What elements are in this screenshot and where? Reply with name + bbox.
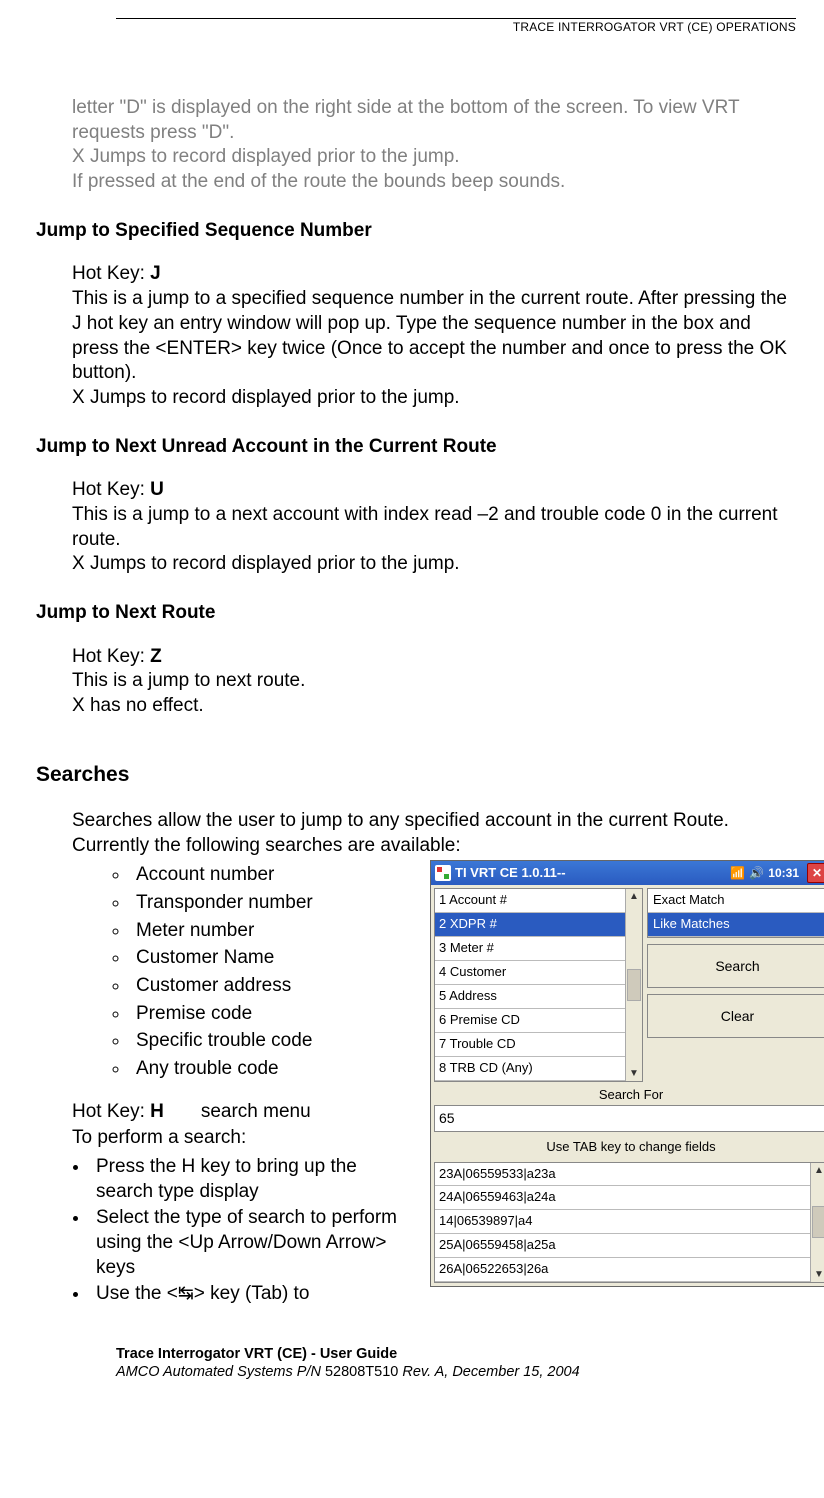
list-item[interactable]: 2 XDPR # (435, 913, 625, 937)
footer-subtitle: AMCO Automated Systems P/N 52808T510 Rev… (116, 1363, 796, 1381)
system-tray: 📶 🔊 10:31 (730, 866, 799, 882)
scroll-thumb[interactable] (627, 969, 641, 1001)
scroll-up-icon[interactable]: ▲ (814, 1164, 824, 1177)
results-list[interactable]: 23A|06559533|a23a 24A|06559463|a24a 14|0… (435, 1163, 810, 1282)
list-item: Press the H key to bring up the search t… (90, 1155, 412, 1204)
result-row[interactable]: 24A|06559463|a24a (435, 1186, 810, 1210)
search-button[interactable]: Search (647, 944, 824, 988)
searches-heading: Searches (36, 761, 796, 788)
app-screenshot: TI VRT CE 1.0.11-- 📶 🔊 10:31 ✕ 1 Accou (430, 860, 824, 1287)
section-body: This is a jump to next route. (72, 669, 796, 694)
section-body: This is a jump to a next account with in… (72, 503, 796, 552)
hotkey-line: Hot Key: Z (72, 645, 796, 670)
field-hint: Use TAB key to change fields (431, 1135, 824, 1162)
search-for-label: Search For (431, 1085, 824, 1106)
searches-intro: Searches allow the user to jump to any s… (72, 809, 796, 858)
page-footer: Trace Interrogator VRT (CE) - User Guide… (116, 1345, 796, 1381)
result-row[interactable]: 26A|06522653|26a (435, 1258, 810, 1282)
window-title: TI VRT CE 1.0.11-- (455, 865, 566, 882)
match-option[interactable]: Exact Match (648, 889, 824, 913)
match-mode-list[interactable]: Exact Match Like Matches (647, 888, 824, 938)
hotkey-search-line: Hot Key: H search menu (72, 1100, 412, 1125)
list-item[interactable]: 7 Trouble CD (435, 1033, 625, 1057)
list-item[interactable]: 8 TRB CD (Any) (435, 1057, 625, 1081)
list-item[interactable]: 4 Customer (435, 961, 625, 985)
perform-search-label: To perform a search: (72, 1126, 412, 1151)
intro-line: X Jumps to record displayed prior to the… (72, 145, 796, 170)
search-steps-list: Press the H key to bring up the search t… (72, 1155, 412, 1307)
section-body: This is a jump to a specified sequence n… (72, 287, 796, 386)
list-item: Use the <↹> key (Tab) to (90, 1282, 412, 1307)
list-item: Specific trouble code (130, 1028, 412, 1054)
section-body: X Jumps to record displayed prior to the… (72, 552, 796, 577)
list-item: Transponder number (130, 890, 412, 916)
footer-title: Trace Interrogator VRT (CE) - User Guide (116, 1345, 796, 1363)
intro-line: If pressed at the end of the route the b… (72, 170, 796, 195)
intro-line: letter "D" is displayed on the right sid… (72, 96, 796, 145)
list-item: Any trouble code (130, 1056, 412, 1082)
section-title-jump-seq: Jump to Specified Sequence Number (36, 219, 796, 244)
clock: 10:31 (768, 866, 799, 882)
list-item[interactable]: 1 Account # (435, 889, 625, 913)
clear-button[interactable]: Clear (647, 994, 824, 1038)
list-item: Meter number (130, 918, 412, 944)
list-item: Premise code (130, 1001, 412, 1027)
close-button[interactable]: ✕ (807, 863, 824, 883)
scrollbar[interactable]: ▲ ▼ (810, 1163, 824, 1282)
section-title-jump-route: Jump to Next Route (36, 601, 796, 626)
list-item: Select the type of search to perform usi… (90, 1206, 412, 1280)
result-row[interactable]: 25A|06559458|a25a (435, 1234, 810, 1258)
hotkey-line: Hot Key: J (72, 262, 796, 287)
hotkey-line: Hot Key: U (72, 478, 796, 503)
search-type-listbox[interactable]: 1 Account # 2 XDPR # 3 Meter # 4 Custome… (435, 889, 625, 1080)
result-row[interactable]: 23A|06559533|a23a (435, 1163, 810, 1187)
search-input[interactable]: 65 (434, 1105, 824, 1131)
section-body: X Jumps to record displayed prior to the… (72, 386, 796, 411)
result-row[interactable]: 14|06539897|a4 (435, 1210, 810, 1234)
signal-icon: 📶 (730, 866, 745, 882)
list-item: Customer address (130, 973, 412, 999)
scroll-down-icon[interactable]: ▼ (814, 1268, 824, 1281)
speaker-icon: 🔊 (749, 866, 764, 882)
page-header: TRACE INTERROGATOR VRT (CE) OPERATIONS (116, 18, 796, 34)
scroll-thumb[interactable] (812, 1206, 824, 1238)
list-item[interactable]: 5 Address (435, 985, 625, 1009)
window-titlebar: TI VRT CE 1.0.11-- 📶 🔊 10:31 ✕ (431, 861, 824, 885)
list-item: Account number (130, 862, 412, 888)
match-option[interactable]: Like Matches (648, 913, 824, 937)
list-item: Customer Name (130, 945, 412, 971)
scrollbar[interactable]: ▲ ▼ (625, 889, 642, 1080)
section-body: X has no effect. (72, 694, 796, 719)
windows-start-icon[interactable] (435, 865, 451, 881)
list-item[interactable]: 3 Meter # (435, 937, 625, 961)
scroll-up-icon[interactable]: ▲ (629, 890, 639, 903)
scroll-down-icon[interactable]: ▼ (629, 1067, 639, 1080)
list-item[interactable]: 6 Premise CD (435, 1009, 625, 1033)
search-type-list: Account number Transponder number Meter … (72, 862, 412, 1081)
section-title-jump-unread: Jump to Next Unread Account in the Curre… (36, 435, 796, 460)
